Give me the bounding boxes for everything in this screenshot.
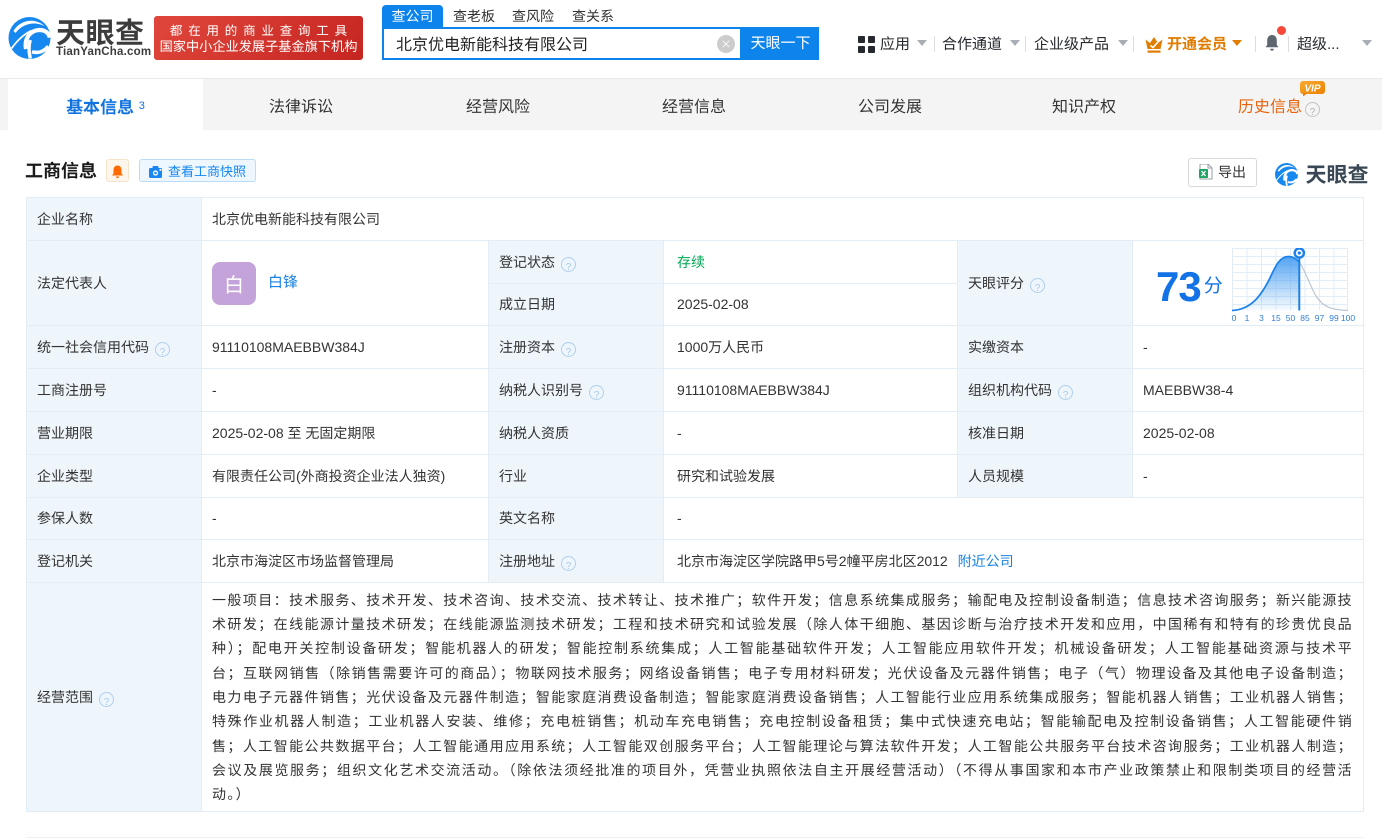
svg-text:85: 85 xyxy=(1300,313,1310,323)
svg-text:1: 1 xyxy=(1245,313,1250,323)
svg-text:0: 0 xyxy=(1232,313,1237,323)
svg-text:97: 97 xyxy=(1315,313,1325,323)
svg-text:15: 15 xyxy=(1271,313,1281,323)
svg-text:VIP: VIP xyxy=(1304,81,1320,95)
svg-text:100: 100 xyxy=(1341,313,1355,323)
svg-text:50: 50 xyxy=(1286,313,1296,323)
svg-text:99: 99 xyxy=(1329,313,1339,323)
svg-text:3: 3 xyxy=(1259,313,1264,323)
